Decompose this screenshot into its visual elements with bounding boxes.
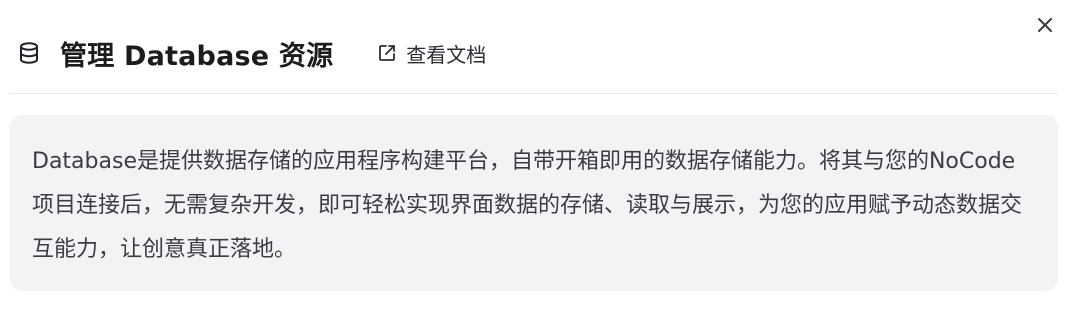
header-divider: [10, 93, 1058, 94]
database-icon: [18, 42, 40, 64]
external-link-icon: [377, 43, 397, 63]
close-button[interactable]: [1032, 12, 1058, 38]
dialog-header: 管理 Database 资源 查看文档: [18, 30, 486, 76]
description-panel: Database是提供数据存储的应用程序构建平台，自带开箱即用的数据存储能力。将…: [10, 115, 1058, 291]
view-docs-link[interactable]: 查看文档: [377, 39, 486, 68]
dialog-title: 管理 Database 资源: [60, 40, 334, 72]
close-icon: [1036, 16, 1054, 34]
description-text: Database是提供数据存储的应用程序构建平台，自带开箱即用的数据存储能力。将…: [32, 149, 1023, 262]
view-docs-label: 查看文档: [406, 42, 487, 67]
